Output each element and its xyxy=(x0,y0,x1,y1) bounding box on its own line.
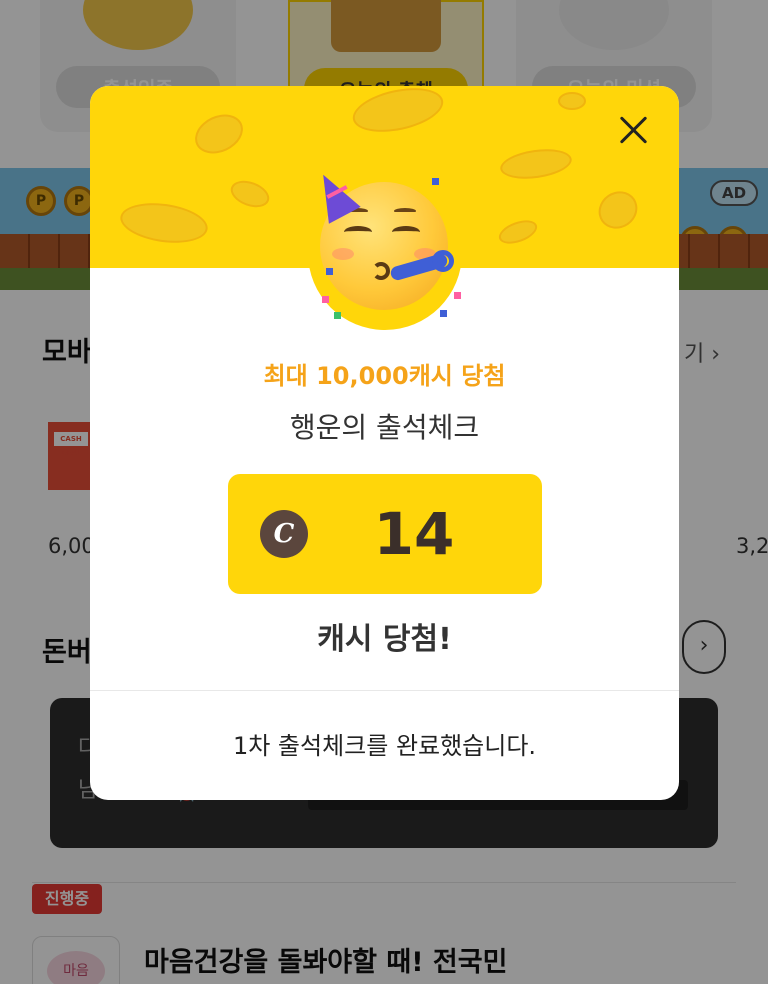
gold-coin-decoration xyxy=(348,86,448,140)
cash-coin-icon: C xyxy=(260,510,308,558)
emoji-eye xyxy=(392,226,420,238)
max-prize-subtitle: 최대 10,000캐시 당첨 xyxy=(263,362,506,390)
prize-amount-box: C 14 xyxy=(228,474,542,594)
gold-coin-decoration xyxy=(117,198,211,248)
confetti-icon xyxy=(440,310,447,317)
close-icon[interactable] xyxy=(615,112,651,148)
confetti-icon xyxy=(326,268,333,275)
emoji-blush xyxy=(332,248,354,260)
emoji-mouth xyxy=(372,262,390,280)
emoji-brow xyxy=(394,208,416,214)
confetti-icon xyxy=(454,292,461,299)
party-horn-curl xyxy=(432,250,454,272)
gold-coin-decoration xyxy=(558,92,586,110)
gold-coin-decoration xyxy=(188,107,250,161)
attendance-modal: 최대 10,000캐시 당첨 행운의 출석체크 C 14 캐시 당첨! 1차 출… xyxy=(90,86,679,800)
confetti-icon xyxy=(322,296,329,303)
confetti-icon xyxy=(432,178,439,185)
gold-coin-decoration xyxy=(227,175,273,213)
completion-message: 1차 출석체크를 완료했습니다. xyxy=(232,732,537,760)
prize-amount: 14 xyxy=(373,500,455,568)
emoji-eye xyxy=(344,226,372,238)
confetti-icon xyxy=(334,312,341,319)
gold-coin-decoration xyxy=(498,145,574,183)
gold-coin-decoration xyxy=(495,215,541,249)
gold-coin-decoration xyxy=(591,183,645,237)
cash-won-text: 캐시 당첨! xyxy=(317,622,452,657)
modal-title: 행운의 출석체크 xyxy=(289,411,480,444)
modal-divider xyxy=(90,690,679,691)
